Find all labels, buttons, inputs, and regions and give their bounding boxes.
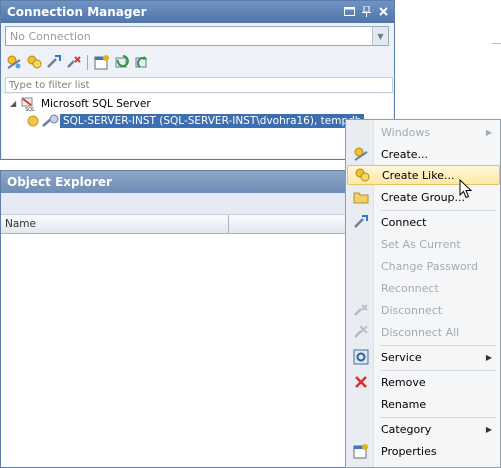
menu-item-label: Set As Current — [381, 237, 461, 251]
menu-separator — [380, 210, 496, 211]
object-explorer-title-bar[interactable]: Object Explorer — [1, 171, 394, 193]
menu-item-label: Create Like... — [382, 168, 455, 182]
submenu-arrow-icon: ▶ — [485, 424, 492, 434]
menu-item-label: Change Password — [381, 259, 478, 273]
menu-item-label: Rename — [381, 397, 427, 411]
status-dot-icon — [27, 115, 39, 127]
filter-placeholder: Type to filter list — [9, 79, 90, 91]
connection-toolbar — [5, 53, 150, 71]
menu-item-change-password[interactable]: Change Password — [347, 256, 500, 276]
create-connection-icon[interactable] — [5, 54, 22, 71]
connection-manager-title-bar[interactable]: Connection Manager — [1, 1, 394, 23]
pin-icon[interactable] — [360, 5, 373, 18]
filter-input[interactable]: Type to filter list — [5, 77, 393, 93]
menu-item-create[interactable]: Create... — [347, 144, 500, 164]
chevron-down-icon[interactable]: ▼ — [372, 27, 388, 45]
properties-icon[interactable] — [93, 54, 110, 71]
column-header-second[interactable] — [229, 215, 349, 233]
menu-item-category[interactable]: Category ▶ — [347, 419, 500, 439]
menu-item-create-group[interactable]: Create Group... — [347, 187, 500, 207]
submenu-arrow-icon: ▶ — [485, 127, 492, 137]
background-divider — [492, 43, 501, 44]
menu-item-properties[interactable]: Properties — [347, 441, 500, 461]
menu-item-label: Disconnect All — [381, 325, 460, 339]
submenu-arrow-icon: ▶ — [485, 352, 492, 362]
menu-separator — [380, 417, 496, 418]
window-position-icon[interactable] — [343, 5, 356, 18]
remove-icon — [347, 372, 374, 392]
connection-tree: ◢ SQL Microsoft SQL Server SQL-SERVER-IN… — [2, 94, 393, 158]
tree-node-sql-server[interactable]: ◢ SQL Microsoft SQL Server — [10, 95, 151, 113]
refresh-green-icon[interactable] — [133, 54, 150, 71]
disconnect-all-icon — [347, 322, 374, 342]
properties-icon — [347, 441, 374, 461]
connect-icon[interactable] — [45, 54, 62, 71]
menu-item-label: Category — [381, 422, 432, 436]
background-area — [395, 0, 501, 119]
menu-item-rename[interactable]: Rename — [347, 394, 500, 414]
folder-icon — [347, 187, 374, 207]
menu-item-label: Properties — [381, 444, 437, 458]
context-menu: Windows ▶ Create... Create Like... Creat… — [345, 119, 501, 468]
create-like-icon[interactable] — [25, 54, 42, 71]
tree-node-connection[interactable]: SQL-SERVER-INST (SQL-SERVER-INST\dvohra1… — [27, 112, 365, 129]
connection-select-value: No Connection — [10, 29, 91, 43]
disconnect-icon — [347, 300, 374, 320]
menu-item-connect[interactable]: Connect — [347, 212, 500, 232]
menu-item-label: Connect — [381, 215, 427, 229]
menu-separator — [380, 345, 496, 346]
refresh-icon[interactable] — [113, 54, 130, 71]
disconnect-icon[interactable] — [65, 54, 82, 71]
menu-item-remove[interactable]: Remove — [347, 372, 500, 392]
service-icon — [347, 347, 374, 367]
menu-item-service[interactable]: Service ▶ — [347, 347, 500, 367]
svg-text:SQL: SQL — [25, 107, 35, 112]
menu-item-reconnect[interactable]: Reconnect — [347, 278, 500, 298]
object-explorer-pane: Object Explorer Name — [0, 170, 395, 468]
menu-item-disconnect[interactable]: Disconnect — [347, 300, 500, 320]
close-icon[interactable] — [377, 5, 390, 18]
tree-connection-label[interactable]: SQL-SERVER-INST (SQL-SERVER-INST\dvohra1… — [60, 113, 365, 128]
connection-manager-pane: Connection Manager No Connection ▼ Type … — [0, 0, 395, 160]
menu-item-set-as-current[interactable]: Set As Current — [347, 234, 500, 254]
collapse-icon[interactable]: ◢ — [10, 99, 20, 108]
menu-item-disconnect-all[interactable]: Disconnect All — [347, 322, 500, 342]
create-connection-icon — [347, 144, 374, 164]
column-header-name[interactable]: Name — [1, 215, 229, 233]
sql-server-icon: SQL — [20, 96, 38, 113]
menu-item-label: Windows — [381, 125, 431, 139]
object-explorer-toolbar — [1, 193, 394, 215]
menu-item-label: Service — [381, 350, 422, 364]
mouse-cursor-icon — [459, 178, 473, 199]
menu-item-create-like[interactable]: Create Like... — [347, 165, 500, 185]
menu-item-label: Reconnect — [381, 281, 439, 295]
menu-item-label: Create... — [381, 147, 429, 161]
connection-node-icon — [42, 114, 60, 128]
connection-select[interactable]: No Connection ▼ — [5, 26, 389, 46]
menu-item-label: Remove — [381, 375, 426, 389]
menu-separator — [380, 370, 496, 371]
toolbar-separator — [87, 54, 88, 70]
menu-item-label: Create Group... — [381, 190, 466, 204]
column-header-row: Name — [1, 215, 394, 234]
menu-item-label: Disconnect — [381, 303, 443, 317]
menu-item-windows[interactable]: Windows ▶ — [347, 122, 500, 142]
tree-root-label: Microsoft SQL Server — [41, 97, 151, 110]
connect-icon — [347, 212, 374, 232]
connection-manager-title: Connection Manager — [7, 5, 147, 19]
create-like-icon — [348, 165, 375, 185]
object-explorer-title: Object Explorer — [7, 175, 112, 189]
